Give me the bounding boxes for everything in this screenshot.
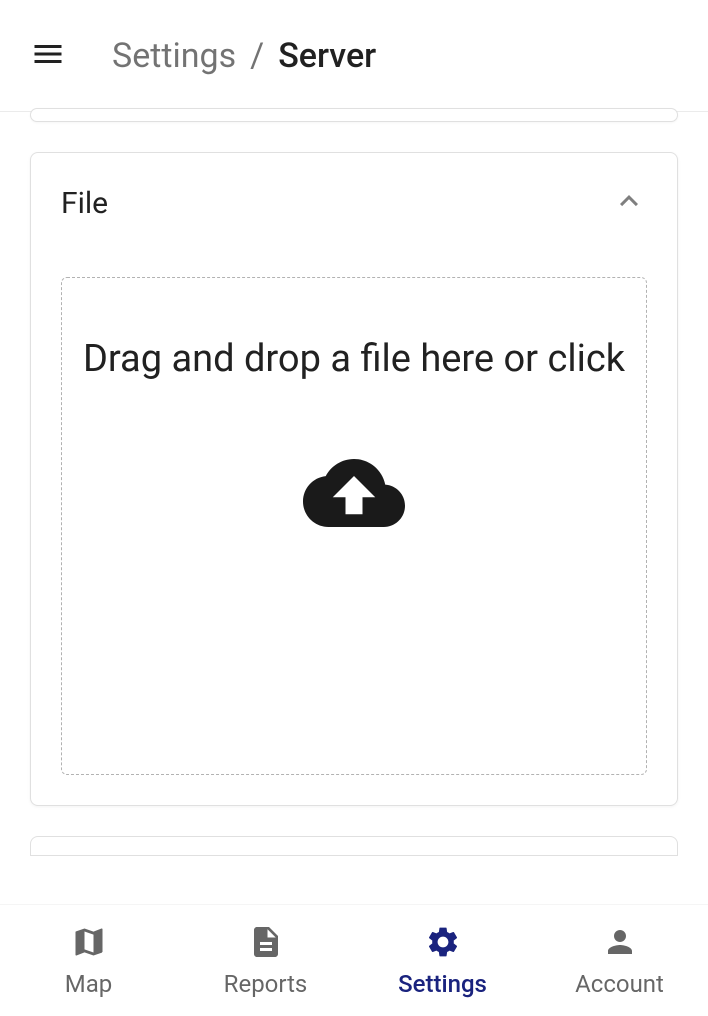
card-below-partial (30, 836, 678, 856)
map-icon (71, 924, 107, 964)
breadcrumb-separator: / (250, 36, 264, 76)
cloud-upload-icon (303, 459, 405, 531)
menu-button[interactable] (24, 32, 72, 80)
nav-item-settings[interactable]: Settings (354, 905, 531, 1016)
nav-item-map[interactable]: Map (0, 905, 177, 1016)
nav-item-reports[interactable]: Reports (177, 905, 354, 1016)
file-card-title: File (61, 186, 108, 221)
nav-label: Settings (398, 970, 487, 998)
page-content: File Drag and drop a file here or click (0, 108, 708, 856)
breadcrumb-parent[interactable]: Settings (112, 36, 236, 76)
file-card: File Drag and drop a file here or click (30, 152, 678, 806)
file-dropzone[interactable]: Drag and drop a file here or click (61, 277, 647, 775)
document-icon (248, 924, 284, 964)
file-card-header[interactable]: File (61, 183, 647, 223)
person-icon (602, 924, 638, 964)
card-above-partial (30, 108, 678, 122)
hamburger-icon (30, 36, 66, 76)
bottom-navigation: Map Reports Settings Account (0, 904, 708, 1016)
breadcrumb-current: Server (278, 36, 376, 76)
nav-item-account[interactable]: Account (531, 905, 708, 1016)
chevron-up-icon (611, 183, 647, 223)
gear-icon (425, 924, 461, 964)
dropzone-label: Drag and drop a file here or click (83, 330, 625, 389)
nav-label: Reports (224, 970, 308, 998)
app-header: Settings / Server (0, 0, 708, 112)
nav-label: Map (65, 970, 112, 998)
breadcrumb: Settings / Server (112, 36, 376, 76)
nav-label: Account (575, 970, 664, 998)
